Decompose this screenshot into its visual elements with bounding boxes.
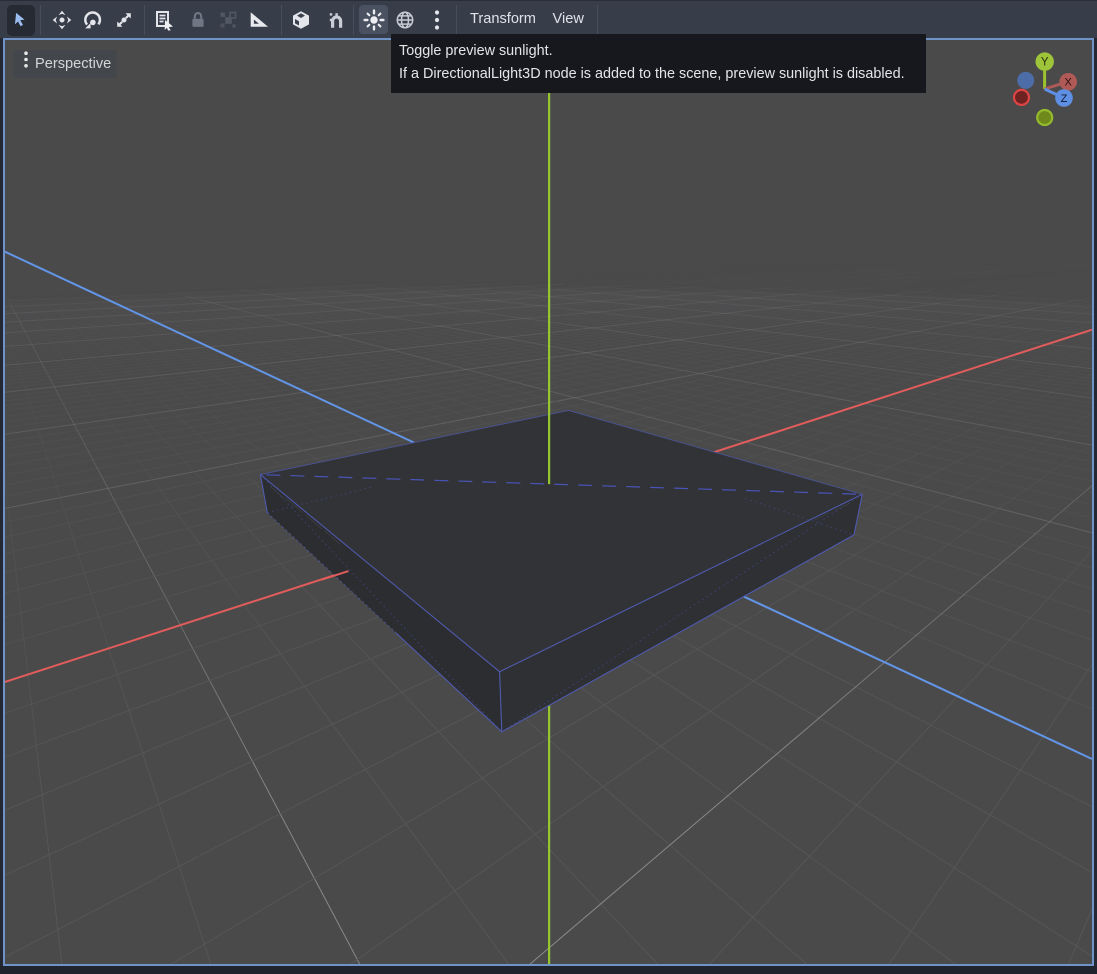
svg-text:Z: Z <box>1061 93 1068 105</box>
svg-text:X: X <box>1065 77 1073 89</box>
svg-text:Y: Y <box>1041 57 1049 69</box>
